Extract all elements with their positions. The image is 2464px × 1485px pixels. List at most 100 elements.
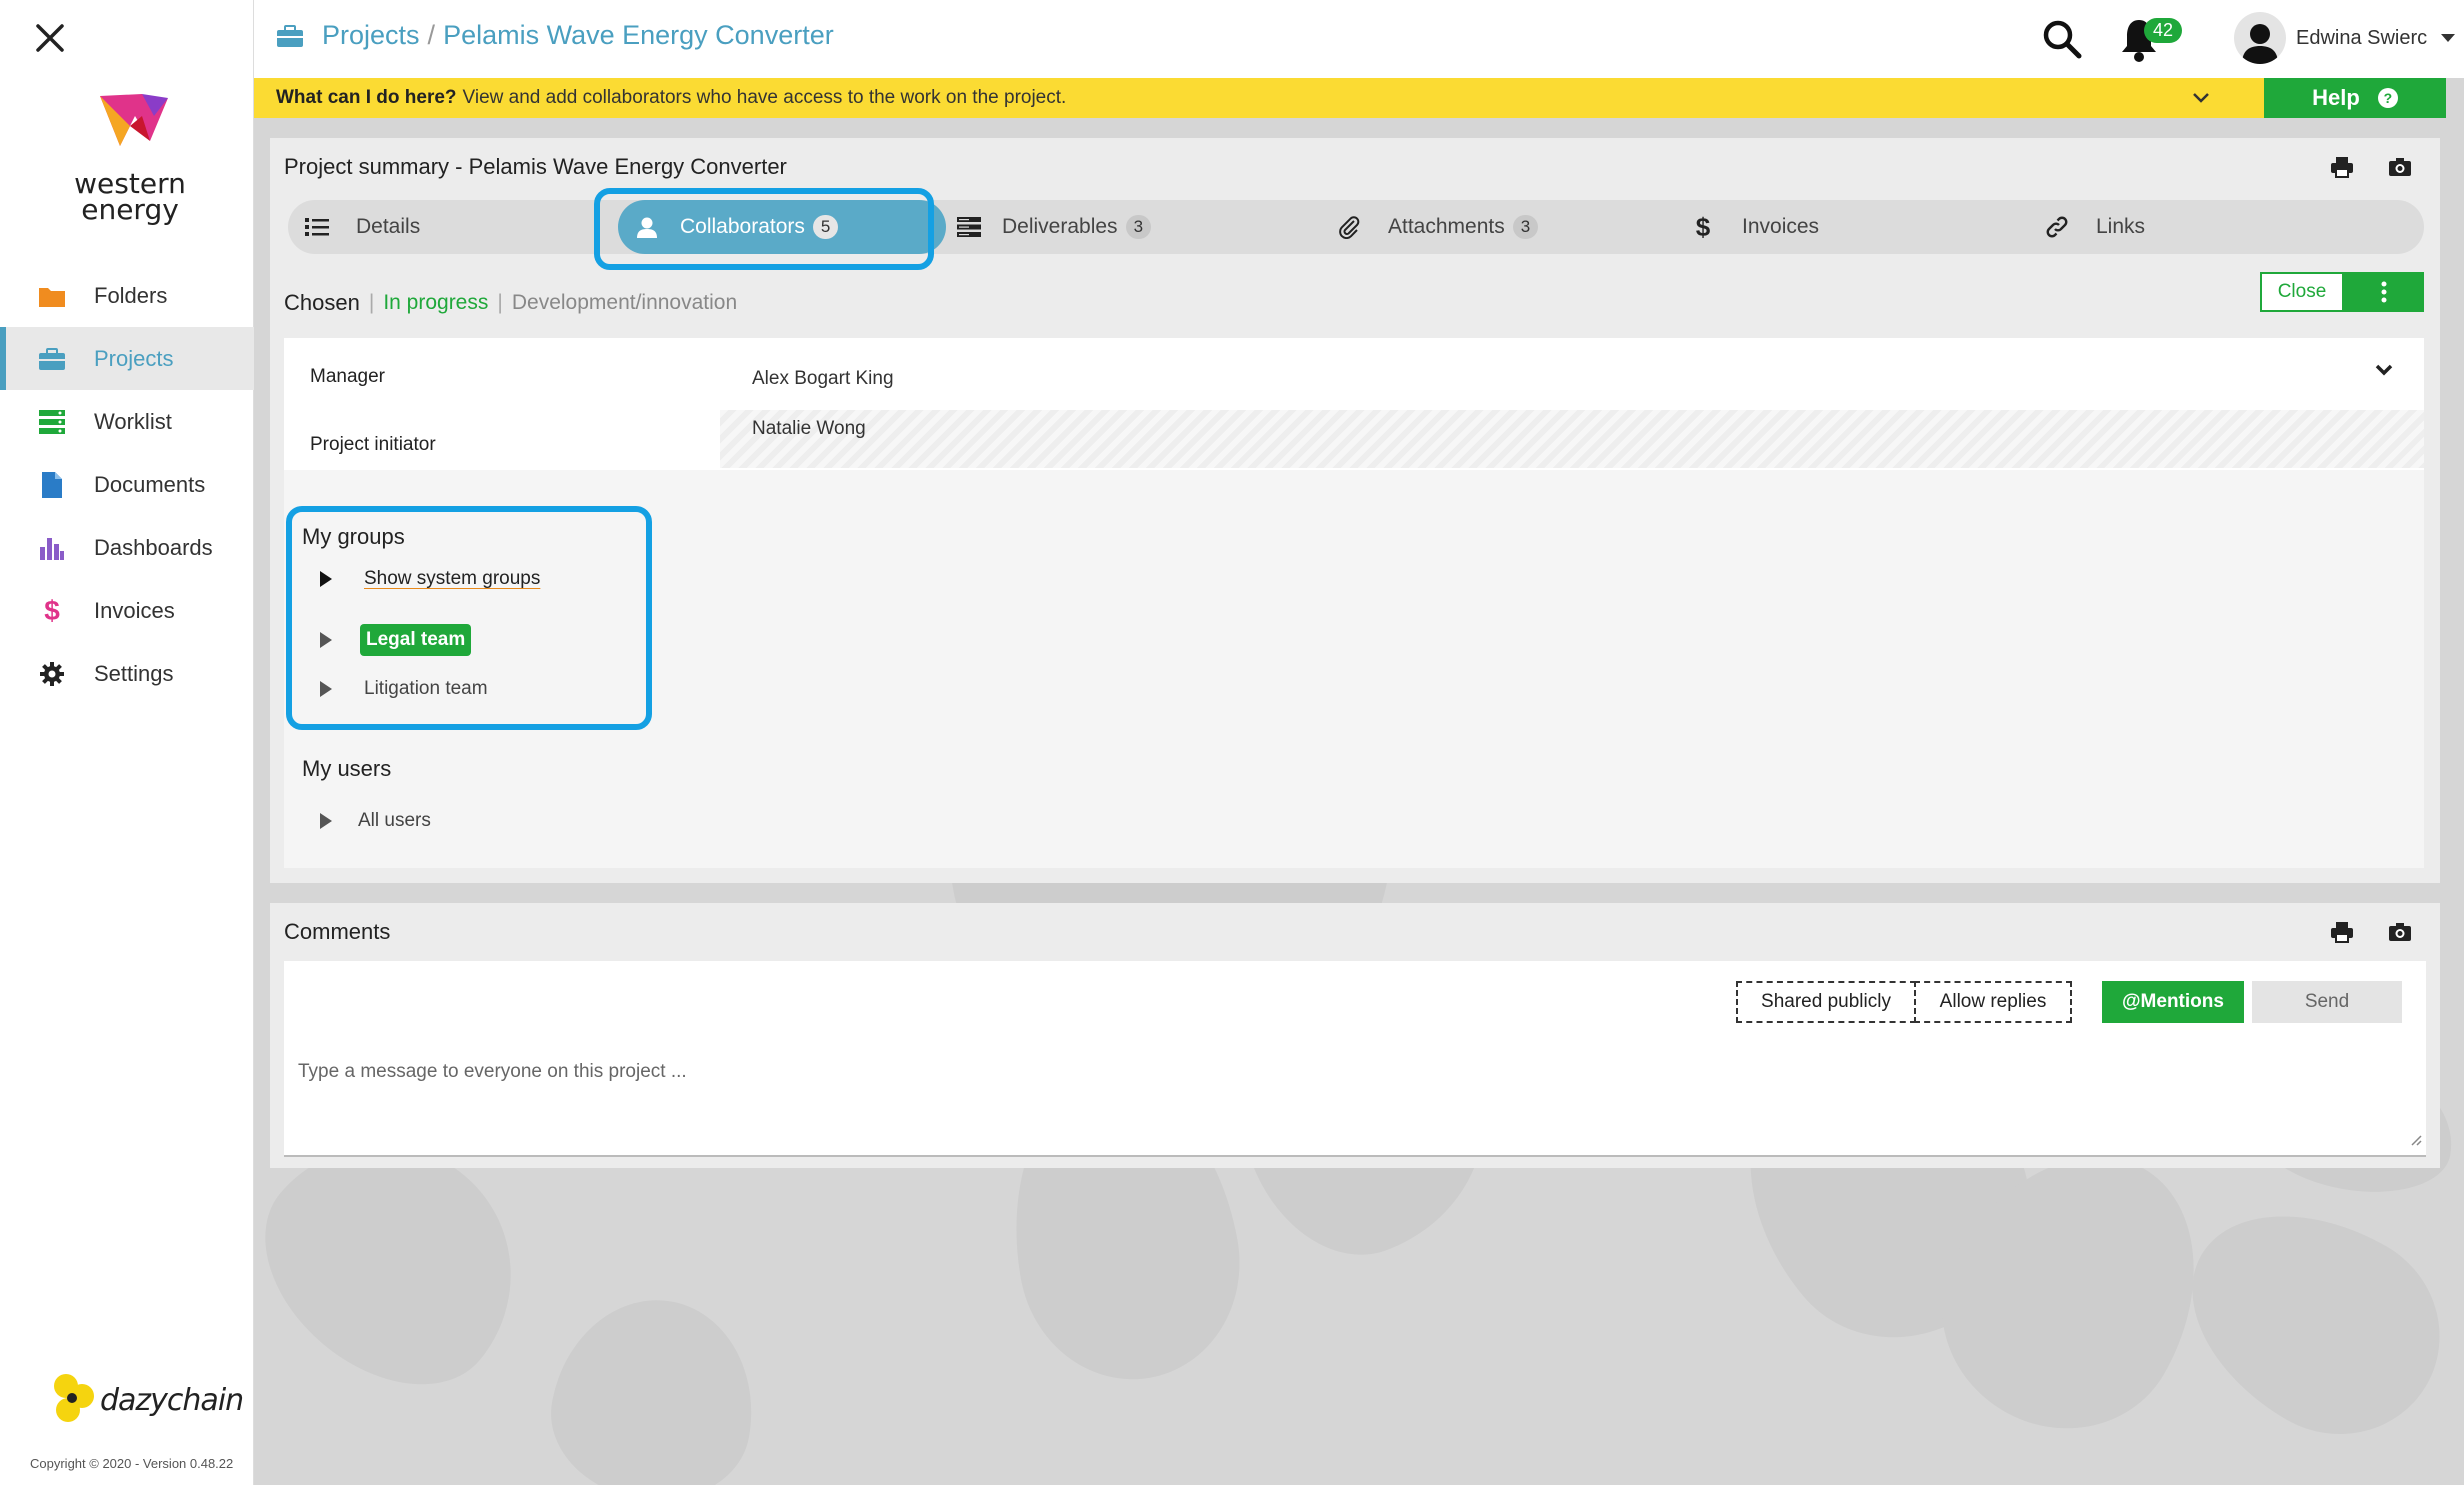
more-options-button[interactable] (2344, 272, 2424, 312)
manager-row: Manager Alex Bogart King (284, 338, 2424, 410)
copyright-text: Copyright © 2020 - Version 0.48.22 (30, 1456, 234, 1471)
tab-label: Links (2096, 215, 2146, 238)
help-button-label: Help (2312, 85, 2360, 110)
initiator-row: Project initiator Natalie Wong (284, 410, 2424, 470)
print-icon[interactable] (2330, 156, 2354, 183)
sidebar-item-label: Invoices (94, 597, 175, 623)
initiator-label: Project initiator (310, 434, 436, 455)
search-icon[interactable] (2041, 18, 2083, 65)
sidebar-item-dashboards[interactable]: Dashboards (0, 516, 254, 579)
document-icon (38, 471, 66, 499)
breadcrumb: Projects / Pelamis Wave Energy Converter (276, 20, 834, 51)
breadcrumb-current: Pelamis Wave Energy Converter (443, 20, 834, 50)
comment-input[interactable] (298, 1061, 2398, 1083)
allow-replies-toggle[interactable]: Allow replies (1914, 981, 2072, 1023)
sidebar-item-label: Settings (94, 660, 174, 686)
highlight-collaborators-tab (594, 188, 934, 270)
deliverables-icon (956, 216, 982, 238)
readonly-field-background (720, 410, 2424, 468)
chevron-down-icon[interactable] (2190, 86, 2212, 114)
notification-count-badge: 42 (2144, 18, 2183, 43)
tab-attachments[interactable]: Attachments 3 (1336, 200, 1539, 254)
camera-icon[interactable] (2388, 156, 2412, 183)
tab-label: Invoices (1742, 215, 1820, 238)
tab-label: Deliverables (1002, 215, 1118, 238)
sidebar-item-projects[interactable]: Projects (0, 327, 254, 390)
tab-details[interactable]: Details (304, 200, 420, 254)
briefcase-icon (276, 24, 304, 48)
help-text: View and add collaborators who have acce… (462, 87, 1067, 108)
initiator-value: Natalie Wong (752, 418, 866, 439)
sidebar-item-label: Documents (94, 471, 206, 497)
tab-links[interactable]: Links (2044, 200, 2145, 254)
daisy-icon (54, 1374, 94, 1422)
resize-handle-icon[interactable] (2408, 1132, 2422, 1151)
my-users-title: My users (302, 756, 392, 781)
help-button[interactable]: Help ? (2264, 78, 2446, 118)
list-icon (304, 217, 330, 237)
comment-composer: Shared publicly Allow replies @Mentions … (284, 961, 2426, 1157)
help-info-bar: What can I do here? View and add collabo… (254, 78, 2264, 118)
sidebar-item-invoices[interactable]: $ Invoices (0, 579, 254, 642)
status-separator: | (368, 291, 375, 314)
highlight-my-groups (286, 506, 652, 730)
expand-triangle-icon[interactable] (320, 813, 332, 829)
folder-icon (38, 282, 66, 310)
help-question: What can I do here? (276, 87, 457, 108)
link-icon (2044, 215, 2070, 239)
company-logo: western energy (70, 86, 190, 226)
panel-title: Project summary - Pelamis Wave Energy Co… (284, 154, 787, 179)
project-summary-panel: Project summary - Pelamis Wave Energy Co… (270, 138, 2440, 883)
briefcase-icon (38, 345, 66, 373)
kebab-menu-icon (2381, 281, 2387, 303)
manager-label: Manager (310, 366, 385, 387)
dollar-icon: $ (1695, 211, 1711, 242)
chevron-down-icon (2441, 34, 2456, 42)
breadcrumb-projects-link[interactable]: Projects (322, 20, 420, 51)
sidebar-item-worklist[interactable]: Worklist (0, 390, 254, 453)
sidebar-item-documents[interactable]: Documents (0, 453, 254, 516)
all-users-label[interactable]: All users (358, 810, 431, 832)
manager-select[interactable]: Alex Bogart King (752, 368, 894, 390)
attachments-count-badge: 3 (1512, 215, 1539, 239)
logo-mark-icon (100, 94, 168, 146)
project-status-line: Chosen | In progress | Development/innov… (284, 290, 737, 316)
avatar (2234, 12, 2286, 64)
comments-title: Comments (284, 919, 391, 944)
close-icon[interactable] (30, 18, 70, 58)
sidebar-nav: Folders Projects Worklist Documents Dash… (0, 264, 254, 705)
status-separator: | (497, 291, 503, 314)
send-button[interactable]: Send (2252, 981, 2402, 1023)
gear-icon (38, 660, 66, 688)
logo-text-line2: energy (81, 193, 179, 226)
brand-logo: dazychain (50, 1370, 244, 1430)
comments-panel: Comments Shared publicly Allow replies @… (270, 903, 2440, 1168)
sidebar-item-label: Folders (94, 282, 168, 308)
status-state: In progress (383, 291, 489, 314)
bar-chart-icon (38, 534, 66, 562)
user-menu[interactable]: Edwina Swierc (2234, 12, 2456, 64)
sidebar-item-folders[interactable]: Folders (0, 264, 254, 327)
mentions-button[interactable]: @Mentions (2102, 981, 2244, 1023)
status-stage: Chosen (284, 290, 360, 315)
dollar-icon: $ (44, 594, 60, 626)
status-type: Development/innovation (511, 291, 738, 314)
sidebar-item-label: Dashboards (94, 534, 213, 560)
chevron-down-icon[interactable] (2374, 362, 2394, 383)
deliverables-count-badge: 3 (1125, 215, 1152, 239)
sidebar-item-settings[interactable]: Settings (0, 642, 254, 705)
tab-deliverables[interactable]: Deliverables 3 (956, 200, 1152, 254)
user-name: Edwina Swierc (2296, 26, 2428, 49)
breadcrumb-separator: / (427, 20, 436, 50)
sidebar-item-label: Worklist (94, 408, 172, 434)
shared-publicly-toggle[interactable]: Shared publicly (1736, 981, 1916, 1023)
all-users-row[interactable]: All users (320, 810, 431, 832)
print-icon[interactable] (2330, 921, 2354, 948)
camera-icon[interactable] (2388, 921, 2412, 948)
tab-invoices[interactable]: $ Invoices (1690, 200, 1819, 254)
sidebar: western energy Folders Projects Worklist (0, 0, 254, 1485)
close-project-button[interactable]: Close (2260, 272, 2344, 312)
worklist-icon (38, 408, 66, 436)
sidebar-item-label: Projects (94, 345, 174, 371)
brand-name: dazychain (100, 1382, 244, 1418)
